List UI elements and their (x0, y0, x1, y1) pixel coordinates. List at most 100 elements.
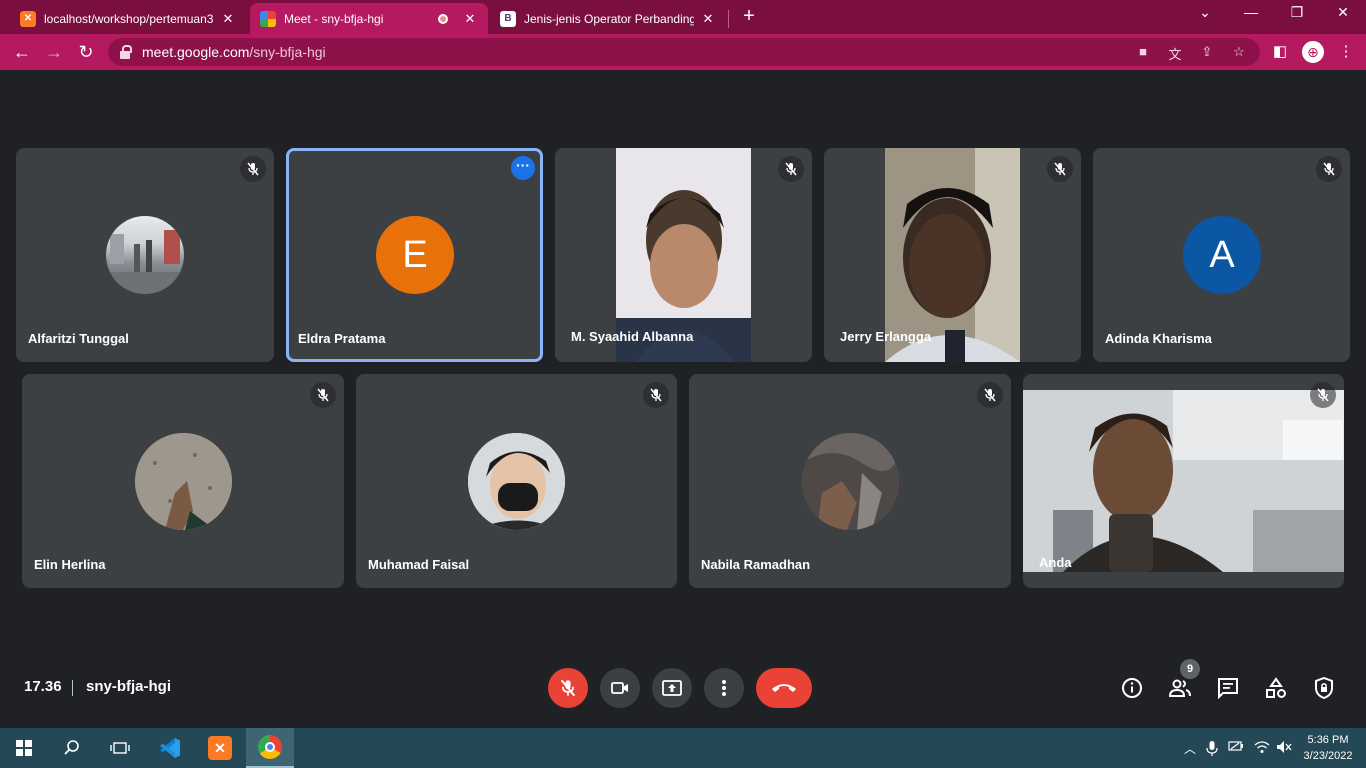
minimize-button[interactable]: — (1228, 4, 1274, 26)
participant-tile[interactable]: Anda (1023, 374, 1344, 588)
self-video (1023, 390, 1344, 572)
muted-mic-icon (643, 382, 669, 408)
mic-off-icon (560, 679, 576, 697)
show-hidden-icons-chevron-icon[interactable]: ︿ (1182, 740, 1198, 756)
participant-tile[interactable]: Elin Herlina (22, 374, 344, 588)
participant-tile[interactable]: E ··· Eldra Pratama (286, 148, 543, 362)
participant-tile[interactable]: Muhamad Faisal (356, 374, 677, 588)
present-to-all-icon (662, 680, 682, 696)
tab-meet[interactable]: Meet - sny-bfja-hgi ✕ (250, 3, 488, 34)
present-screen-button[interactable] (652, 668, 692, 708)
meeting-code: sny-bfja-hgi (86, 678, 171, 695)
tab-search-chevron-icon[interactable]: ⌄ (1182, 4, 1228, 26)
windows-taskbar: ✕ ︿ 5:36 PM 3/23/2022 (0, 728, 1366, 768)
chat-icon (1218, 678, 1238, 699)
task-view-icon (110, 742, 130, 754)
close-tab-icon[interactable]: ✕ (220, 11, 236, 27)
taskbar-clock[interactable]: 5:36 PM 3/23/2022 (1296, 732, 1360, 764)
info-icon (1122, 678, 1142, 698)
camera-toggle-button[interactable] (600, 668, 640, 708)
participant-name: Elin Herlina (34, 557, 106, 572)
more-options-button[interactable]: ··· (511, 156, 535, 180)
task-view-button[interactable] (96, 728, 144, 768)
participants-button[interactable] (1168, 676, 1192, 700)
participant-name: Adinda Kharisma (1105, 331, 1212, 346)
muted-mic-icon (977, 382, 1003, 408)
tab-localhost[interactable]: ✕ localhost/workshop/pertemuan3 ✕ (10, 3, 246, 34)
activities-button[interactable] (1264, 676, 1288, 700)
participant-tile[interactable]: Alfaritzi Tunggal (16, 148, 274, 362)
wifi-icon[interactable] (1254, 740, 1270, 756)
taskbar-vscode[interactable] (146, 728, 194, 768)
meeting-clock: 17.36 (24, 678, 62, 695)
participant-name: Jerry Erlangga (840, 329, 932, 344)
side-panel-icon[interactable]: ◧ (1270, 42, 1290, 62)
shield-lock-icon (1315, 677, 1333, 699)
battery-icon[interactable] (1228, 740, 1244, 756)
participant-name: Alfaritzi Tunggal (28, 331, 129, 346)
start-button[interactable] (0, 728, 48, 768)
lock-icon[interactable] (120, 45, 132, 59)
forward-button[interactable]: → (42, 40, 66, 64)
divider (72, 680, 73, 696)
search-icon (64, 740, 79, 755)
menu-kebab-icon[interactable]: ⋮ (1336, 42, 1356, 62)
participant-name: M. Syaahid Albanna (571, 329, 694, 344)
microphone-tray-icon[interactable] (1204, 740, 1220, 756)
browser-toolbar: ← → ↻ meet.google.com/sny-bfja-hgi ■ 文 ⇪… (0, 34, 1366, 70)
muted-mic-icon (778, 156, 804, 182)
people-icon (1168, 679, 1191, 697)
muted-mic-icon (1310, 382, 1336, 408)
address-bar[interactable]: meet.google.com/sny-bfja-hgi ■ 文 ⇪ ☆ (108, 38, 1260, 66)
share-icon[interactable]: ⇪ (1198, 44, 1216, 60)
taskbar-date: 3/23/2022 (1303, 750, 1353, 762)
host-controls-button[interactable] (1312, 676, 1336, 700)
taskbar-time: 5:36 PM (1307, 734, 1349, 746)
participant-count-badge: 9 (1180, 659, 1200, 679)
muted-mic-icon (1316, 156, 1342, 182)
maximize-button[interactable]: ❐ (1274, 4, 1320, 26)
close-window-button[interactable]: ✕ (1320, 4, 1366, 26)
google-meet-icon (260, 10, 276, 27)
muted-mic-icon (240, 156, 266, 182)
participant-tile[interactable]: Nabila Ramadhan (689, 374, 1011, 588)
participant-initial-avatar: A (1183, 216, 1261, 294)
back-button[interactable]: ← (10, 40, 34, 64)
reload-button[interactable]: ↻ (74, 40, 98, 64)
participant-name: Muhamad Faisal (368, 557, 470, 572)
new-tab-button[interactable]: + (738, 6, 760, 28)
xampp-icon: ✕ (20, 10, 36, 27)
tab-title: Meet - sny-bfja-hgi (284, 11, 384, 26)
participant-tile[interactable]: Jerry Erlangga (824, 148, 1081, 362)
translate-icon[interactable]: 文 (1166, 44, 1184, 62)
vscode-icon (160, 738, 180, 758)
participant-avatar (106, 216, 184, 294)
chrome-icon (258, 735, 282, 759)
microphone-toggle-button[interactable] (548, 668, 588, 708)
tab-operator[interactable]: B Jenis-jenis Operator Perbandingan ✕ (490, 3, 726, 34)
participant-tile[interactable]: A Adinda Kharisma (1093, 148, 1350, 362)
tab-divider (728, 10, 729, 28)
participant-avatar (468, 433, 565, 530)
more-options-button[interactable] (704, 668, 744, 708)
close-tab-icon[interactable]: ✕ (700, 11, 716, 27)
bookmark-star-icon[interactable]: ☆ (1230, 44, 1248, 60)
avatar-photo (468, 433, 565, 530)
participant-tile[interactable]: M. Syaahid Albanna (555, 148, 812, 362)
close-tab-icon[interactable]: ✕ (462, 11, 478, 27)
search-button[interactable] (48, 728, 96, 768)
camera-permission-icon[interactable]: ■ (1134, 44, 1152, 60)
muted-mic-icon (1047, 156, 1073, 182)
taskbar-xampp[interactable]: ✕ (196, 728, 244, 768)
chat-button[interactable] (1216, 676, 1240, 700)
url-host: meet.google.com (142, 44, 250, 60)
participant-name: Eldra Pratama (298, 331, 386, 346)
participant-name: Nabila Ramadhan (701, 557, 811, 572)
participant-avatar (135, 433, 232, 530)
leave-call-button[interactable] (756, 668, 812, 708)
avatar-photo (802, 433, 899, 530)
volume-muted-icon[interactable] (1276, 740, 1292, 756)
meeting-details-button[interactable] (1120, 676, 1144, 700)
profile-avatar[interactable]: ⊕ (1302, 41, 1324, 63)
taskbar-chrome[interactable] (246, 728, 294, 768)
